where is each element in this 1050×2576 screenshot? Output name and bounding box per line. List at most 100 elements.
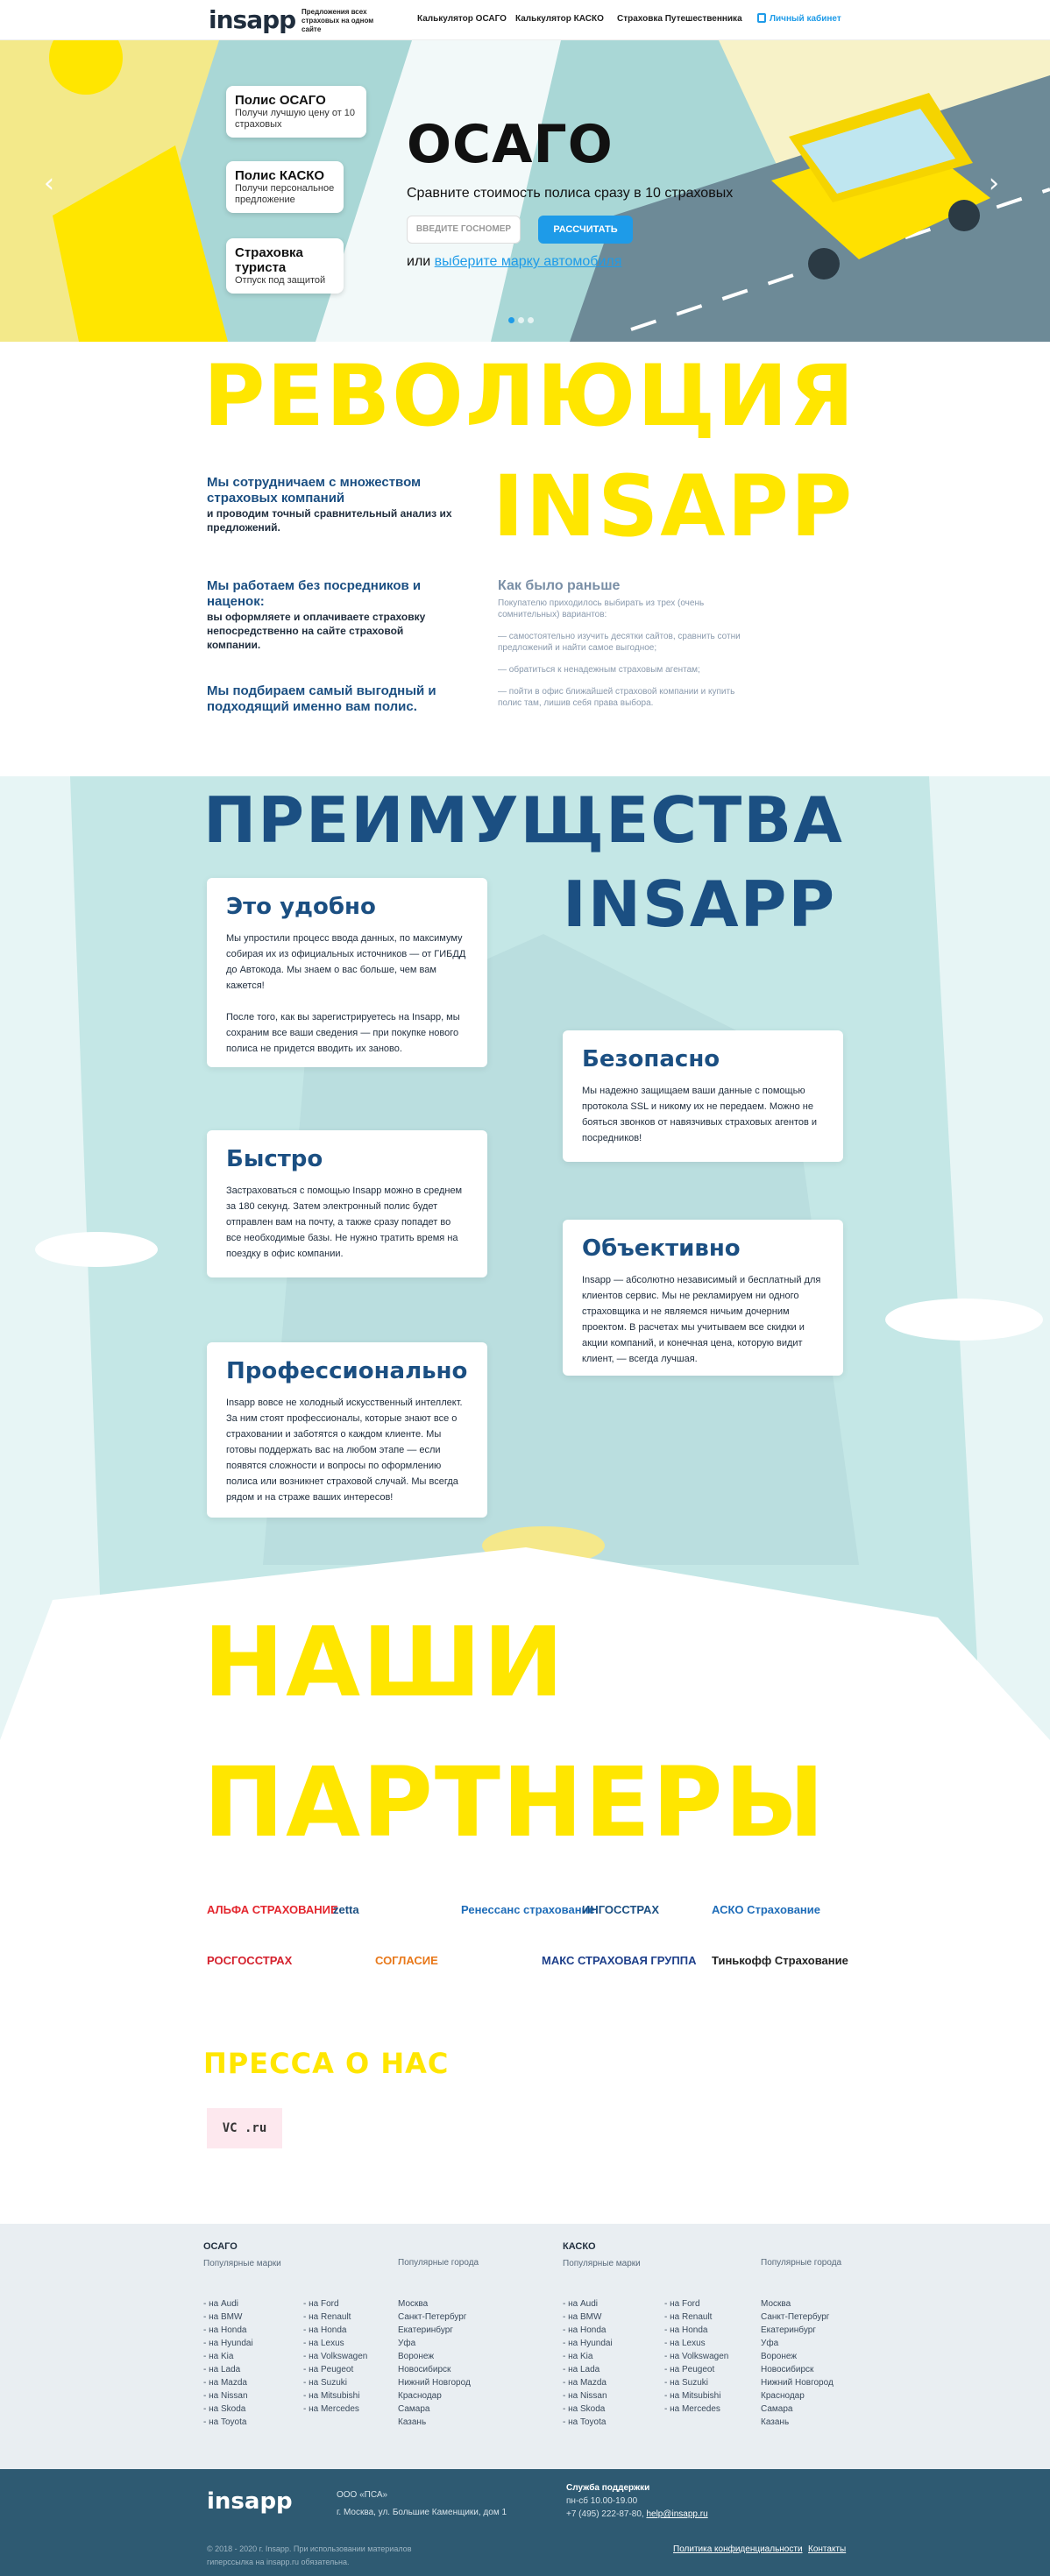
slider-dots[interactable] xyxy=(508,312,537,328)
footer-link[interactable]: Воронеж xyxy=(761,2350,834,2363)
footer-link[interactable]: - на Lada xyxy=(563,2363,613,2376)
card-kasko[interactable]: Полис КАСКО Получи персональное предложен… xyxy=(226,161,344,213)
footer-link[interactable]: - на Honda xyxy=(664,2324,728,2337)
footer-link[interactable]: Санкт-Петербург xyxy=(761,2311,834,2324)
footer-link[interactable]: - на Toyota xyxy=(563,2416,613,2429)
site-header: insapp Предложения всех страховых на одн… xyxy=(0,0,1050,40)
footer-link[interactable]: - на Nissan xyxy=(563,2389,613,2403)
partner-logo[interactable]: СОГЛАСИЕ xyxy=(375,1954,438,1967)
footer-link[interactable]: Краснодар xyxy=(398,2389,471,2403)
footer-link[interactable]: - на Suzuki xyxy=(664,2376,728,2389)
card-osago[interactable]: Полис ОСАГО Получи лучшую цену от 10 стра… xyxy=(226,86,366,138)
footer-link[interactable]: - на Skoda xyxy=(203,2403,253,2416)
footer-link[interactable]: - на Ford xyxy=(303,2297,367,2311)
footer-link[interactable]: Казань xyxy=(398,2416,471,2429)
privacy-link[interactable]: Политика конфиденциальности xyxy=(673,2543,803,2556)
footer-link[interactable]: - на Nissan xyxy=(203,2389,253,2403)
footer-link[interactable]: Екатеринбург xyxy=(398,2324,471,2337)
footer-link[interactable]: Москва xyxy=(398,2297,471,2311)
partner-logo[interactable]: АСКО Страхование xyxy=(712,1903,820,1916)
nav-kasko[interactable]: Калькулятор КАСКО xyxy=(515,14,604,24)
footer-link[interactable]: Новосибирск xyxy=(398,2363,471,2376)
nav-travel[interactable]: Страховка Путешественника xyxy=(617,14,742,24)
footer-link[interactable]: - на Kia xyxy=(563,2350,613,2363)
logo[interactable]: insapp xyxy=(209,5,296,34)
footer-link[interactable]: - на Honda xyxy=(563,2324,613,2337)
footer-link[interactable]: - на Toyota xyxy=(203,2416,253,2429)
partners-title: НАШИ xyxy=(203,1606,566,1718)
footer-link[interactable]: Уфа xyxy=(398,2337,471,2350)
footer-link[interactable]: - на Skoda xyxy=(563,2403,613,2416)
footer-link[interactable]: - на Hyundai xyxy=(203,2337,253,2350)
footer-link[interactable]: Санкт-Петербург xyxy=(398,2311,471,2324)
footer-link[interactable]: Краснодар xyxy=(761,2389,834,2403)
calculate-button[interactable]: РАССЧИТАТЬ xyxy=(538,216,633,244)
footer-link[interactable]: - на Mazda xyxy=(563,2376,613,2389)
partner-logo[interactable]: zetta xyxy=(333,1903,359,1916)
footer-osago-brands-2: - на Ford - на Renault - на Honda - на Lexu… xyxy=(303,2297,367,2416)
cabinet-link[interactable]: Личный кабинет xyxy=(757,13,841,24)
footer-link[interactable]: - на Ford xyxy=(664,2297,728,2311)
footer-link[interactable]: - на Honda xyxy=(203,2324,253,2337)
footer-osago-title: ОСАГО Популярные марки xyxy=(203,2241,281,2268)
footer-link[interactable]: - на BMW xyxy=(203,2311,253,2324)
login-icon xyxy=(757,13,766,23)
partner-logo[interactable]: АЛЬФА СТРАХОВАНИЕ xyxy=(207,1903,338,1916)
footer-link[interactable]: - на Audi xyxy=(203,2297,253,2311)
footer-link[interactable]: - на Renault xyxy=(664,2311,728,2324)
footer-logo[interactable]: insapp xyxy=(207,2488,293,2515)
footer-link[interactable]: - на Peugeot xyxy=(303,2363,367,2376)
partner-logo[interactable]: Ренессанс страхование xyxy=(461,1903,595,1916)
tagline: Предложения всех страховых на одном сайт… xyxy=(302,8,374,33)
footer-link[interactable]: Нижний Новгород xyxy=(761,2376,834,2389)
footer-link[interactable]: Воронеж xyxy=(398,2350,471,2363)
partners-title-2: ПАРТНЕРЫ xyxy=(203,1746,827,1858)
prev-arrow-icon[interactable]: ‹ xyxy=(44,168,54,199)
footer-osago-brands-1: - на Audi - на BMW - на Honda - на Hyundai -… xyxy=(203,2297,253,2429)
footer-link[interactable]: Екатеринбург xyxy=(761,2324,834,2337)
footer-link[interactable]: - на Lexus xyxy=(664,2337,728,2350)
footer-link[interactable]: - на Lada xyxy=(203,2363,253,2376)
choose-brand-link[interactable]: выберите марку автомобиля xyxy=(435,254,622,269)
card-travel[interactable]: Страховка туриста Отпуск под защитой xyxy=(226,238,344,294)
footer-link[interactable]: Москва xyxy=(761,2297,834,2311)
footer-link[interactable]: Самара xyxy=(398,2403,471,2416)
adv-card-professional: Профессионально Insapp вовсе не холодный … xyxy=(207,1342,487,1518)
footer-link[interactable]: - на Honda xyxy=(303,2324,367,2337)
footer-link[interactable]: - на Kia xyxy=(203,2350,253,2363)
footer-link[interactable]: - на Hyundai xyxy=(563,2337,613,2350)
footer-link[interactable]: - на Mercedes xyxy=(664,2403,728,2416)
footer-link[interactable]: - на BMW xyxy=(563,2311,613,2324)
footer-link[interactable]: - на Volkswagen xyxy=(664,2350,728,2363)
footer-links: ОСАГО Популярные марки Популярные города … xyxy=(0,2224,1050,2469)
nav-osago[interactable]: Калькулятор ОСАГО xyxy=(417,14,507,24)
footer-link[interactable]: Казань xyxy=(761,2416,834,2429)
hero-slider: Полис ОСАГО Получи лучшую цену от 10 стра… xyxy=(0,40,1050,342)
was-before: Как было раньше Покупателю приходилось в… xyxy=(498,578,741,708)
footer-link[interactable]: Новосибирск xyxy=(761,2363,834,2376)
footer-link[interactable]: - на Mitsubishi xyxy=(664,2389,728,2403)
footer-link[interactable]: - на Mercedes xyxy=(303,2403,367,2416)
footer-link[interactable]: - на Audi xyxy=(563,2297,613,2311)
footer-link[interactable]: - на Renault xyxy=(303,2311,367,2324)
footer-link[interactable]: - на Suzuki xyxy=(303,2376,367,2389)
next-arrow-icon[interactable]: › xyxy=(989,168,999,199)
footer-link[interactable]: - на Peugeot xyxy=(664,2363,728,2376)
press-title: ПРЕССА О НАС xyxy=(203,2047,450,2080)
footer-link[interactable]: Нижний Новгород xyxy=(398,2376,471,2389)
advantages-title-2: INSAPP xyxy=(563,867,837,941)
footer-link[interactable]: - на Mazda xyxy=(203,2376,253,2389)
footer-link[interactable]: - на Volkswagen xyxy=(303,2350,367,2363)
footer-link[interactable]: - на Lexus xyxy=(303,2337,367,2350)
partner-logo[interactable]: Тинькофф Страхование xyxy=(712,1954,848,1967)
footer-link[interactable]: - на Mitsubishi xyxy=(303,2389,367,2403)
partner-logo[interactable]: ИНГОССТРАХ xyxy=(582,1903,659,1916)
plate-input[interactable]: ВВЕДИТЕ ГОСНОМЕР xyxy=(407,216,521,244)
support-email-link[interactable]: help@insapp.ru xyxy=(646,2509,707,2519)
footer-link[interactable]: Самара xyxy=(761,2403,834,2416)
footer-link[interactable]: Уфа xyxy=(761,2337,834,2350)
contacts-link[interactable]: Контакты xyxy=(808,2543,846,2556)
vc-logo[interactable]: VC .ru xyxy=(207,2108,282,2148)
partner-logo[interactable]: РОСГОССТРАХ xyxy=(207,1954,292,1967)
partner-logo[interactable]: МАКС СТРАХОВАЯ ГРУППА xyxy=(542,1954,696,1967)
